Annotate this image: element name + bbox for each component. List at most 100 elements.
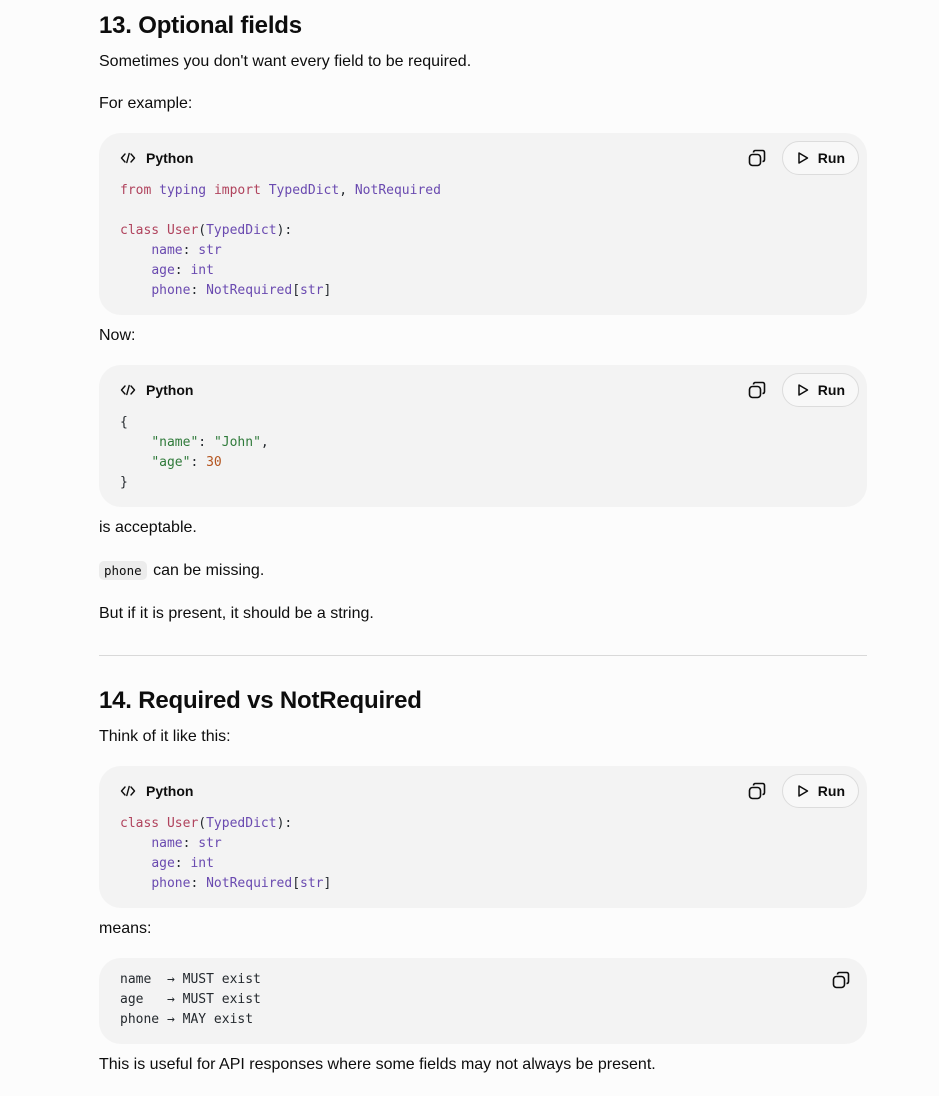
punctuation: [ bbox=[292, 283, 301, 298]
punctuation: : bbox=[182, 836, 199, 851]
missing-text: can be missing. bbox=[153, 562, 265, 579]
useful-text: This is useful for API responses where s… bbox=[99, 1056, 656, 1073]
type-name: TypedDict bbox=[206, 816, 277, 831]
code-line: phone → MAY exist bbox=[120, 1012, 254, 1027]
copy-code-button[interactable] bbox=[746, 379, 768, 401]
copy-code-button[interactable] bbox=[746, 780, 768, 802]
section-14-intro: Think of it like this: bbox=[99, 728, 231, 745]
run-button-label: Run bbox=[817, 150, 845, 166]
phone-missing-text: phone can be missing. bbox=[99, 559, 264, 583]
type-name: NotRequired bbox=[354, 183, 441, 198]
punctuation: : bbox=[198, 435, 214, 450]
json-key: "name" bbox=[151, 435, 199, 450]
code-content: from typing import TypedDict, NotRequire… bbox=[120, 181, 441, 301]
code-content: name → MUST exist age → MUST exist phone… bbox=[120, 970, 261, 1030]
type-name: TypedDict bbox=[206, 223, 277, 238]
punctuation: : bbox=[174, 856, 191, 871]
section-divider bbox=[99, 655, 867, 656]
code-content: { "name": "John", "age": 30 } bbox=[120, 413, 269, 493]
code-brackets-icon bbox=[120, 384, 136, 396]
run-code-button[interactable]: Run bbox=[781, 774, 859, 808]
type-name: NotRequired bbox=[206, 876, 293, 891]
code-block-field-summary: name → MUST exist age → MUST exist phone… bbox=[99, 958, 867, 1044]
acceptable-text: is acceptable. bbox=[99, 519, 197, 536]
code-language-label: Python bbox=[146, 150, 194, 166]
code-block-user-class: Python Run class User(TypedDict): name: … bbox=[99, 766, 867, 908]
field-name: name bbox=[151, 836, 183, 851]
run-button-label: Run bbox=[817, 382, 845, 398]
field-name: name bbox=[151, 243, 183, 258]
section-heading-14: 14. Required vs NotRequired bbox=[99, 687, 422, 714]
json-string-value: "John" bbox=[213, 435, 261, 450]
code-block-json-example: Python Run { "name": "John", "age": 30 } bbox=[99, 365, 867, 507]
code-block-header: Python bbox=[120, 149, 193, 167]
code-brackets-icon bbox=[120, 152, 136, 164]
section-13-intro: Sometimes you don't want every field to … bbox=[99, 53, 472, 70]
punctuation: : bbox=[190, 455, 207, 470]
section-heading-13: 13. Optional fields bbox=[99, 12, 302, 39]
punctuation: { bbox=[120, 415, 128, 430]
code-block-header: Python bbox=[120, 381, 193, 399]
json-key: "age" bbox=[151, 455, 191, 470]
code-block-header: Python bbox=[120, 782, 193, 800]
punctuation: ( bbox=[198, 816, 207, 831]
now-label: Now: bbox=[99, 327, 136, 344]
field-name: phone bbox=[151, 876, 191, 891]
punctuation: : bbox=[174, 263, 191, 278]
field-name: phone bbox=[151, 283, 191, 298]
play-icon bbox=[798, 384, 809, 396]
play-icon bbox=[798, 152, 809, 164]
run-code-button[interactable]: Run bbox=[781, 141, 859, 175]
punctuation: ( bbox=[198, 223, 207, 238]
type-name: int bbox=[190, 856, 214, 871]
code-language-label: Python bbox=[146, 783, 194, 799]
punctuation: , bbox=[339, 183, 355, 198]
punctuation: : bbox=[182, 243, 199, 258]
code-brackets-icon bbox=[120, 785, 136, 797]
code-line: age → MUST exist bbox=[120, 992, 261, 1007]
example-label: For example: bbox=[99, 95, 193, 112]
copy-icon bbox=[832, 971, 850, 989]
field-name: age bbox=[151, 856, 175, 871]
type-name: TypedDict bbox=[268, 183, 340, 198]
keyword: class bbox=[120, 816, 160, 831]
type-name: NotRequired bbox=[206, 283, 293, 298]
punctuation: ] bbox=[323, 283, 332, 298]
means-label: means: bbox=[99, 920, 152, 937]
punctuation: : bbox=[190, 876, 207, 891]
present-text: But if it is present, it should be a str… bbox=[99, 605, 374, 622]
json-number-value: 30 bbox=[206, 455, 222, 470]
type-name: str bbox=[300, 283, 324, 298]
punctuation: , bbox=[260, 435, 269, 450]
code-language-label: Python bbox=[146, 382, 194, 398]
code-content: class User(TypedDict): name: str age: in… bbox=[120, 814, 331, 894]
module-name: typing bbox=[159, 183, 207, 198]
keyword: import bbox=[213, 183, 261, 198]
run-code-button[interactable]: Run bbox=[781, 373, 859, 407]
keyword: from bbox=[120, 183, 152, 198]
type-name: str bbox=[198, 836, 222, 851]
type-name: str bbox=[198, 243, 222, 258]
type-name: int bbox=[190, 263, 214, 278]
run-button-label: Run bbox=[817, 783, 845, 799]
copy-icon bbox=[748, 782, 766, 800]
punctuation: ): bbox=[276, 223, 293, 238]
copy-code-button[interactable] bbox=[746, 147, 768, 169]
type-name: str bbox=[300, 876, 324, 891]
punctuation: : bbox=[190, 283, 207, 298]
copy-icon bbox=[748, 149, 766, 167]
punctuation: ] bbox=[323, 876, 332, 891]
copy-code-button[interactable] bbox=[830, 969, 852, 991]
class-name: User bbox=[166, 816, 199, 831]
field-name: age bbox=[151, 263, 175, 278]
code-block-typeddict-import: Python Run from typing import TypedDict,… bbox=[99, 133, 867, 315]
punctuation: } bbox=[120, 475, 128, 490]
keyword: class bbox=[120, 223, 160, 238]
class-name: User bbox=[166, 223, 199, 238]
play-icon bbox=[798, 785, 809, 797]
punctuation: [ bbox=[292, 876, 301, 891]
code-line: name → MUST exist bbox=[120, 972, 261, 987]
inline-code-phone: phone bbox=[99, 561, 147, 580]
punctuation: ): bbox=[276, 816, 293, 831]
copy-icon bbox=[748, 381, 766, 399]
